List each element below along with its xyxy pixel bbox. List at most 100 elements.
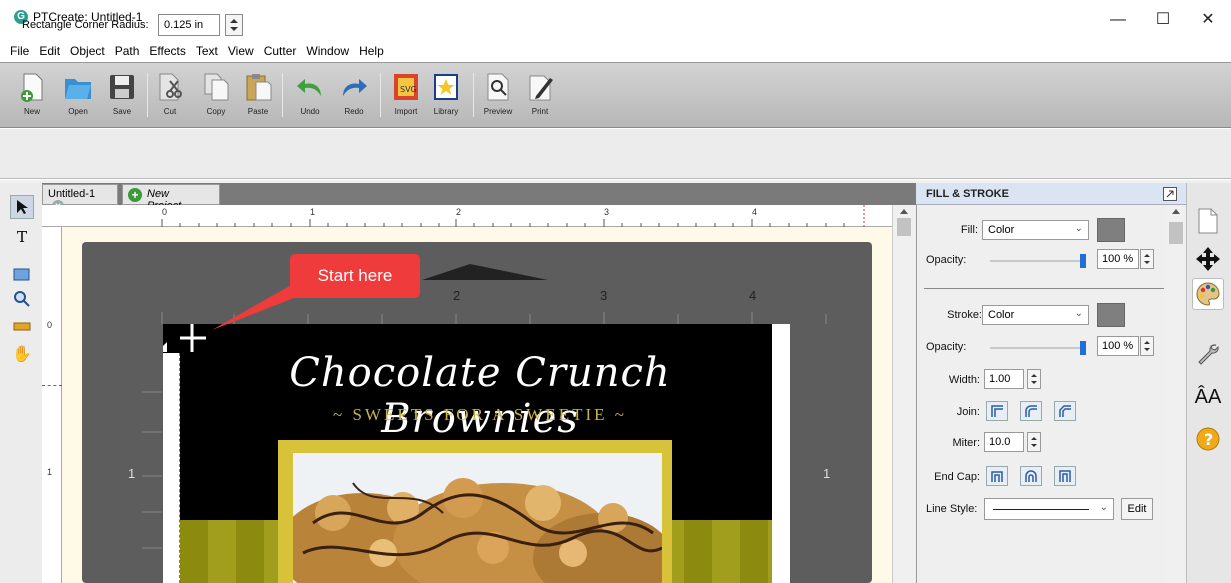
paste-label: Paste [247,107,269,116]
preview-button[interactable]: Preview [478,69,518,123]
corner-radius-input[interactable]: 0.125 in [158,14,220,36]
hand-pan-icon[interactable]: ✋ [10,342,34,366]
panel-divider [924,288,1164,289]
ruler-label: 1 [47,467,53,477]
cap-square-icon[interactable] [1054,466,1076,486]
stroke-type-select[interactable]: Color ⌄ [982,305,1089,325]
library-button[interactable]: Library [426,69,466,123]
horizontal-ruler [42,205,892,227]
menu-window[interactable]: Window [301,40,354,62]
edit-line-style-button[interactable]: Edit [1121,498,1153,520]
miter-input[interactable]: 10.0 [984,432,1024,452]
fill-color-swatch[interactable] [1097,218,1125,242]
scroll-thumb[interactable] [1169,222,1183,244]
import-button[interactable]: SVG Import [386,69,426,123]
library-star-icon [431,71,461,103]
fill-opacity-stepper[interactable] [1140,249,1154,269]
scroll-up-arrow-icon[interactable] [1172,209,1180,214]
print-button[interactable]: Print [520,69,560,123]
stroke-color-swatch[interactable] [1097,303,1125,327]
maximize-button[interactable]: ☐ [1143,6,1183,34]
ruler-tool-icon[interactable] [10,315,34,339]
tab-new-project[interactable]: + New Project... [122,184,220,212]
copy-button[interactable]: Copy [196,69,236,123]
new-file-icon [17,71,47,103]
help-icon[interactable]: ? [1192,423,1224,455]
open-label: Open [68,107,88,116]
stroke-opacity-stepper[interactable] [1140,336,1154,356]
color-palette-icon[interactable] [1192,278,1224,310]
fill-opacity-input[interactable]: 100 % [1097,249,1139,269]
panel-scrollbar[interactable] [1166,205,1186,583]
fill-opacity-thumb[interactable] [1080,254,1086,268]
cap-round-icon[interactable] [1020,466,1042,486]
corner-radius-stepper[interactable] [225,14,243,36]
fill-type-select[interactable]: Color ⌄ [982,220,1089,240]
join-round-icon[interactable] [1020,401,1042,421]
design-subtitle-text[interactable]: ~ SWEETS FOR A SWEETIE ~ [200,405,760,425]
tab-untitled-1[interactable]: Untitled-1 ✕ [42,184,118,212]
chevron-down-icon: ⌄ [1074,308,1083,319]
toolbar-separator [282,73,283,117]
save-button[interactable]: Save [102,69,142,123]
stroke-opacity-input[interactable]: 100 % [1097,336,1139,356]
canvas-vertical-scrollbar[interactable] [892,205,914,583]
menu-view[interactable]: View [223,40,259,62]
scroll-thumb[interactable] [896,218,911,236]
join-miter-icon[interactable] [986,401,1008,421]
end-cap-label: End Cap: [934,471,980,483]
fill-opacity-label: Opacity: [926,254,967,266]
fill-opacity-slider[interactable] [990,260,1086,262]
menu-effects[interactable]: Effects [144,40,190,62]
ruler-label: 0 [47,320,53,330]
scroll-up-arrow-icon[interactable] [899,209,908,214]
menu-cutter[interactable]: Cutter [259,40,302,62]
line-style-select[interactable]: ⌄ [984,498,1114,520]
print-label: Print [531,107,549,116]
card-left-margin [163,353,180,583]
menu-help[interactable]: Help [354,40,389,62]
wrench-icon[interactable] [1192,338,1224,370]
join-bevel-icon[interactable] [1054,401,1076,421]
undo-button[interactable]: Undo [290,69,330,123]
cap-butt-icon[interactable] [986,466,1008,486]
text-size-icon[interactable]: ÂA [1192,381,1224,413]
select-arrow-icon[interactable] [10,195,34,219]
preview-label: Preview [483,107,513,116]
brownie-photo[interactable] [293,453,662,583]
redo-arrow-icon [339,71,369,103]
close-button[interactable]: ✕ [1188,6,1228,34]
rectangle-tool-icon[interactable] [10,263,34,287]
svg-text:?: ? [1204,430,1213,449]
menu-path[interactable]: Path [110,40,145,62]
text-tool-icon[interactable]: T [10,225,34,249]
paste-button[interactable]: Paste [238,69,278,123]
menu-file[interactable]: File [5,40,34,62]
zoom-tool-icon[interactable] [10,287,34,311]
width-input[interactable]: 1.00 [984,369,1024,389]
new-button[interactable]: New [12,69,52,123]
menu-object[interactable]: Object [65,40,110,62]
miter-stepper[interactable] [1027,432,1041,452]
open-folder-icon [63,71,93,103]
document-page-icon[interactable] [1192,205,1224,237]
library-label: Library [433,107,459,116]
ruler-label: 0 [162,207,168,217]
ruler-label: 2 [456,207,462,217]
move-arrows-icon[interactable] [1192,243,1224,275]
line-style-label: Line Style: [926,503,978,515]
import-svg-icon: SVG [391,71,421,103]
design-title-text[interactable]: Chocolate Crunch Brownies [200,350,760,442]
stroke-opacity-slider[interactable] [990,347,1086,349]
new-label: New [23,107,40,116]
open-button[interactable]: Open [58,69,98,123]
stroke-opacity-thumb[interactable] [1080,341,1086,355]
minimize-button[interactable]: — [1098,6,1138,34]
menu-text[interactable]: Text [191,40,223,62]
width-stepper[interactable] [1027,369,1041,389]
redo-button[interactable]: Redo [334,69,374,123]
fill-label: Fill: [960,224,978,236]
panel-undock-icon[interactable] [1163,187,1177,201]
menu-edit[interactable]: Edit [34,40,65,62]
cut-button[interactable]: Cut [150,69,190,123]
